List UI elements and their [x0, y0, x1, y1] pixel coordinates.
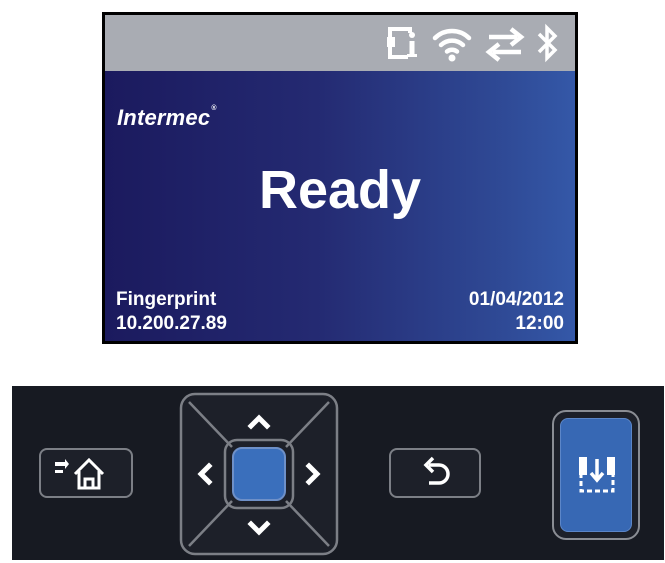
ip-address: 10.200.27.89 — [116, 313, 227, 334]
display-screen: Intermec® Ready Fingerprint 10.200.27.89… — [105, 15, 575, 341]
display-area: Intermec® Ready Fingerprint 10.200.27.89… — [105, 71, 575, 341]
time-display: 12:00 — [515, 313, 564, 334]
home-icon — [55, 457, 105, 490]
date-display: 01/04/2012 — [468, 289, 564, 310]
printer-language: Fingerprint — [116, 289, 217, 310]
right-arrow-button[interactable] — [295, 449, 331, 499]
feed-label-icon — [579, 457, 615, 493]
feed-button[interactable] — [552, 410, 640, 540]
brand-name: Intermec — [117, 105, 211, 130]
enter-button[interactable] — [232, 447, 286, 501]
down-arrow-button[interactable] — [234, 510, 284, 546]
chevron-down-icon — [247, 520, 271, 536]
wifi-icon — [432, 28, 472, 62]
bluetooth-icon — [537, 23, 558, 63]
back-button[interactable] — [389, 448, 481, 498]
up-arrow-button[interactable] — [234, 402, 284, 438]
chevron-up-icon — [247, 414, 271, 430]
transfer-arrows-icon — [485, 27, 525, 62]
feed-button-face — [560, 418, 632, 532]
left-arrow-button[interactable] — [187, 449, 223, 499]
printer-display: Intermec® Ready Fingerprint 10.200.27.89… — [102, 12, 578, 344]
chevron-left-icon — [197, 462, 213, 486]
navigation-pad — [179, 392, 339, 556]
back-arrow-icon — [423, 456, 450, 485]
intermec-logo: Intermec® — [117, 105, 217, 131]
printer-status: Ready — [258, 160, 422, 220]
control-panel — [12, 386, 664, 560]
registered-mark: ® — [211, 105, 217, 112]
status-bar — [105, 15, 575, 71]
printer-info-icon — [387, 27, 417, 59]
home-button[interactable] — [39, 448, 133, 498]
chevron-right-icon — [305, 462, 321, 486]
